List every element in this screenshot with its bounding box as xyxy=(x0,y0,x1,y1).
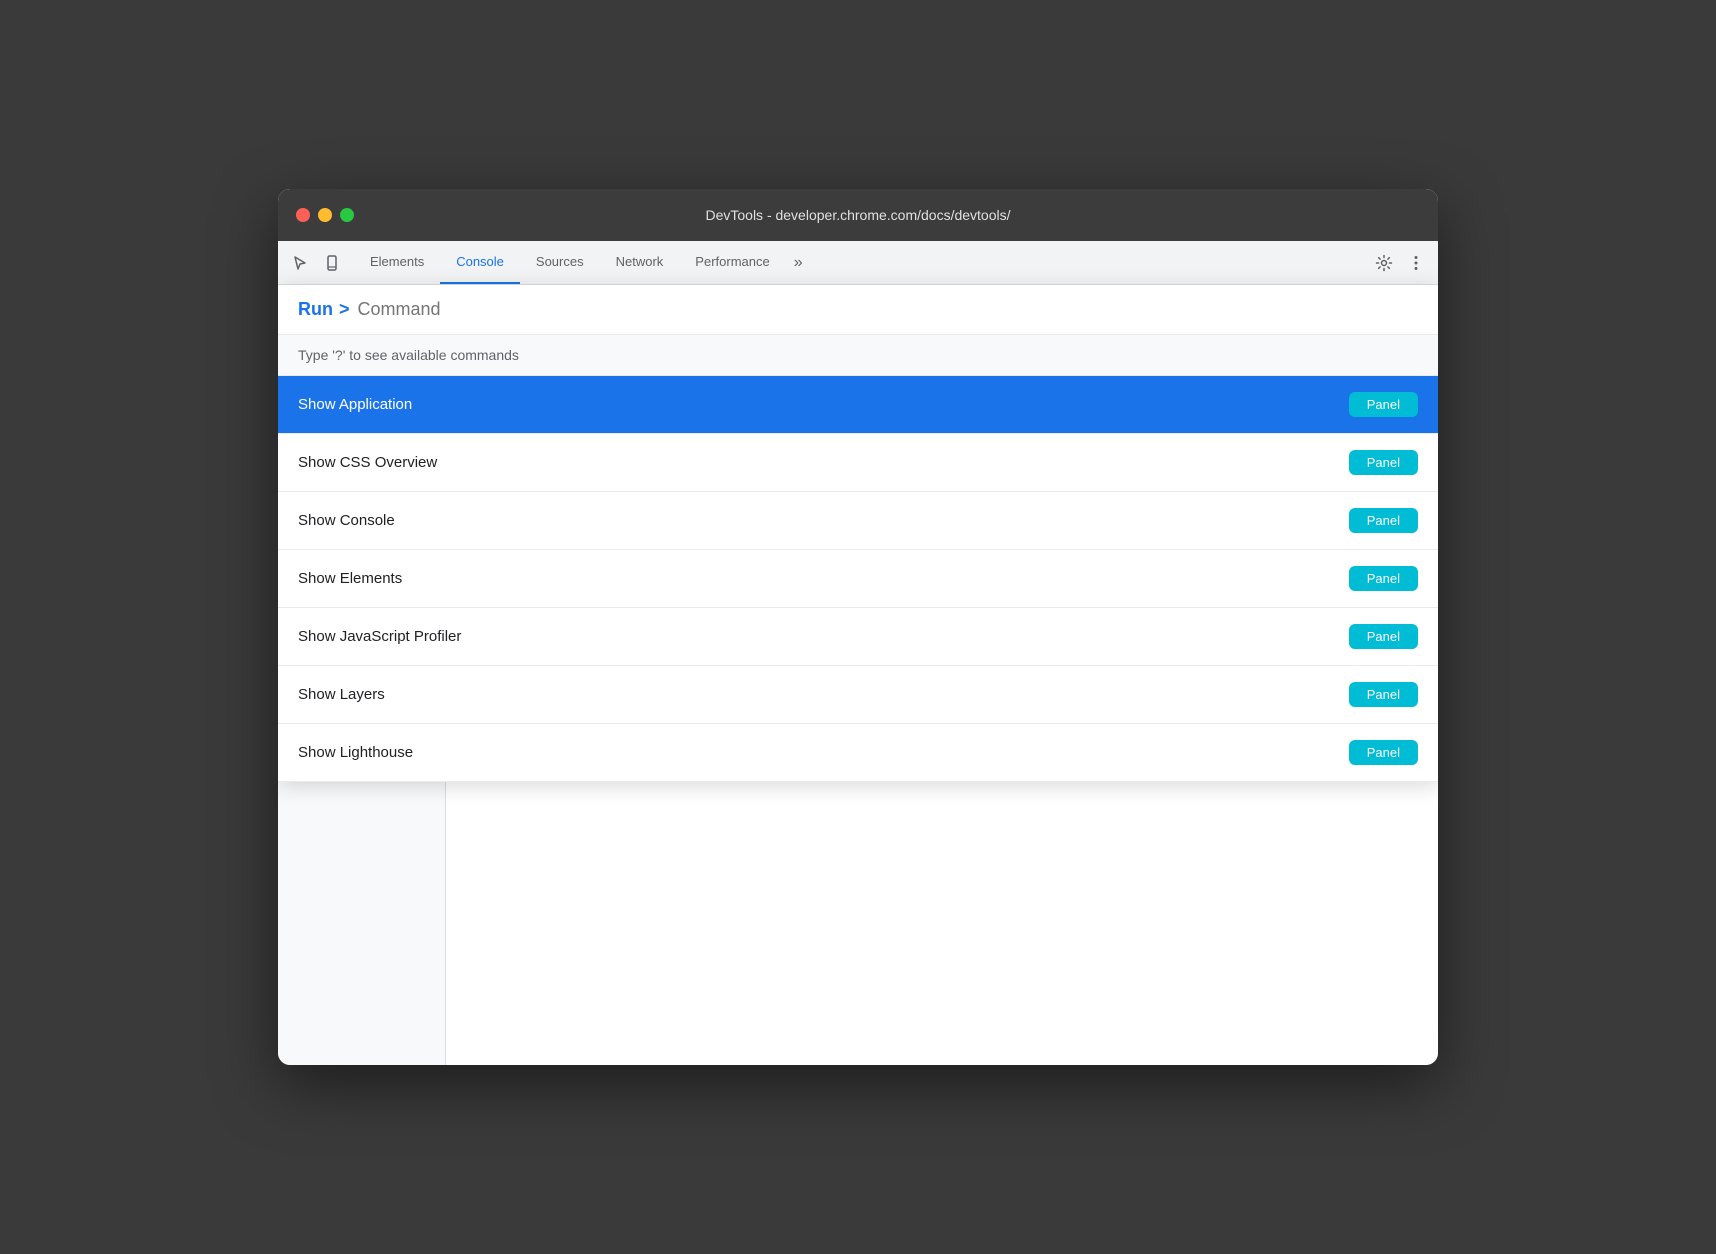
tab-console[interactable]: Console xyxy=(440,241,520,284)
command-item-show-css-overview[interactable]: Show CSS Overview Panel xyxy=(278,434,1438,492)
minimize-button[interactable] xyxy=(318,208,332,222)
panel-badge-show-css-overview[interactable]: Panel xyxy=(1349,450,1418,475)
panel-badge-show-application[interactable]: Panel xyxy=(1349,392,1418,417)
tab-elements[interactable]: Elements xyxy=(354,241,440,284)
command-menu: Run > Type '?' to see available commands… xyxy=(278,285,1438,782)
tab-bar-right xyxy=(1370,249,1430,277)
command-item-label-show-css-overview: Show CSS Overview xyxy=(298,454,437,471)
command-item-show-layers[interactable]: Show Layers Panel xyxy=(278,666,1438,724)
command-item-label-show-elements: Show Elements xyxy=(298,570,402,587)
run-label: Run xyxy=(298,299,333,320)
command-item-label-show-lighthouse: Show Lighthouse xyxy=(298,744,413,761)
panel-badge-show-elements[interactable]: Panel xyxy=(1349,566,1418,591)
command-hint: Type '?' to see available commands xyxy=(278,335,1438,376)
tab-bar: Elements Console Sources Network Perform… xyxy=(278,241,1438,285)
command-input-row: Run > xyxy=(278,285,1438,335)
command-item-label-show-console: Show Console xyxy=(298,512,395,529)
close-button[interactable] xyxy=(296,208,310,222)
more-tabs-button[interactable]: » xyxy=(786,241,811,284)
cursor-icon[interactable] xyxy=(286,249,314,277)
mobile-icon[interactable] xyxy=(318,249,346,277)
command-item-show-javascript-profiler[interactable]: Show JavaScript Profiler Panel xyxy=(278,608,1438,666)
settings-icon[interactable] xyxy=(1370,249,1398,277)
tab-network[interactable]: Network xyxy=(600,241,680,284)
command-item-label-show-javascript-profiler: Show JavaScript Profiler xyxy=(298,628,461,645)
title-bar: DevTools - developer.chrome.com/docs/dev… xyxy=(278,189,1438,241)
command-item-show-elements[interactable]: Show Elements Panel xyxy=(278,550,1438,608)
panel-badge-show-console[interactable]: Panel xyxy=(1349,508,1418,533)
more-options-icon[interactable] xyxy=(1402,249,1430,277)
maximize-button[interactable] xyxy=(340,208,354,222)
command-list: Show Application Panel Show CSS Overview Pa… xyxy=(278,376,1438,782)
devtools-panel: Elements Console Sources Network Perform… xyxy=(278,241,1438,1065)
tab-bar-icons xyxy=(286,249,346,277)
main-content: › Run > Type '?' to see available comman… xyxy=(278,285,1438,1065)
traffic-lights xyxy=(296,208,354,222)
panel-badge-show-javascript-profiler[interactable]: Panel xyxy=(1349,624,1418,649)
tabs: Elements Console Sources Network Perform… xyxy=(354,241,1370,284)
devtools-window: DevTools - developer.chrome.com/docs/dev… xyxy=(278,189,1438,1065)
window-title: DevTools - developer.chrome.com/docs/dev… xyxy=(705,207,1010,223)
panel-badge-show-lighthouse[interactable]: Panel xyxy=(1349,740,1418,765)
command-item-label-show-application: Show Application xyxy=(298,396,412,413)
command-item-show-lighthouse[interactable]: Show Lighthouse Panel xyxy=(278,724,1438,782)
panel-badge-show-layers[interactable]: Panel xyxy=(1349,682,1418,707)
command-item-label-show-layers: Show Layers xyxy=(298,686,385,703)
tab-performance[interactable]: Performance xyxy=(679,241,785,284)
tab-sources[interactable]: Sources xyxy=(520,241,600,284)
command-item-show-application[interactable]: Show Application Panel xyxy=(278,376,1438,434)
command-item-show-console[interactable]: Show Console Panel xyxy=(278,492,1438,550)
command-input[interactable] xyxy=(358,299,1418,320)
command-chevron: > xyxy=(339,299,350,320)
